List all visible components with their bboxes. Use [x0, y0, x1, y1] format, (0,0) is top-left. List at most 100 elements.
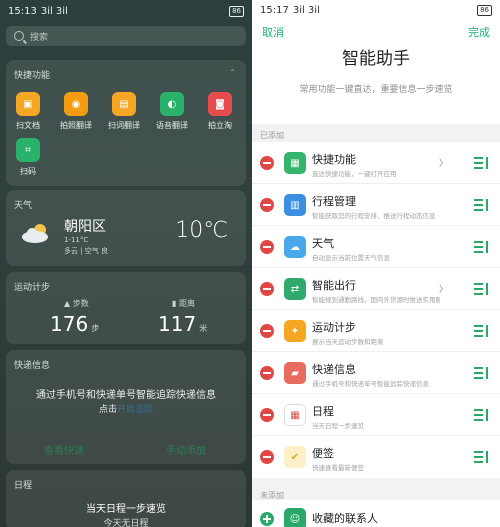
- quick-function-icon: ▦: [284, 152, 306, 174]
- remove-button[interactable]: [260, 282, 274, 296]
- drag-handle-icon[interactable]: [474, 367, 488, 379]
- weather-cloud-icon: ☁: [284, 236, 306, 258]
- card-title: 快递信息: [14, 361, 51, 371]
- item-name: 收藏的联系人: [312, 512, 378, 525]
- drag-handle-icon[interactable]: [474, 409, 488, 421]
- schedule-message: 当天日程一步速览: [86, 504, 166, 515]
- search-placeholder: 搜索: [30, 32, 49, 43]
- quick-item-camera-shop[interactable]: ◙ 拍立淘: [198, 92, 242, 131]
- quick-item-label: 扫码: [20, 167, 36, 176]
- item-desc: 快速查看最新便签: [312, 464, 364, 472]
- list-item: ▦ 日程 当天日程一步速览: [252, 394, 500, 436]
- drag-handle-icon[interactable]: [474, 199, 488, 211]
- status-time: 15:13: [8, 5, 37, 17]
- remove-button[interactable]: [260, 408, 274, 422]
- item-name: 天气: [312, 237, 334, 250]
- weather-desc: 多云 | 空气 良: [64, 247, 109, 255]
- card-title: 快捷功能: [14, 71, 51, 81]
- camera-shop-icon: ◙: [208, 92, 232, 116]
- added-list: ▦ 快捷功能 直达快捷功能，一键打开应用 〉 ▥ 行程管理 智能获取您的行程安排…: [252, 142, 500, 478]
- item-name: 日程: [312, 405, 334, 418]
- status-bar: 15:17 3il 3il 86: [252, 0, 500, 20]
- cloud-icon: [22, 224, 48, 243]
- search-input[interactable]: 搜索: [6, 26, 246, 46]
- list-item: ✔ 便签 快速查看最新便签: [252, 436, 500, 478]
- schedule-card[interactable]: 日程 当天日程一步速览 今天无日程: [6, 470, 246, 527]
- remove-button[interactable]: [260, 156, 274, 170]
- weather-city: 朝阳区: [64, 219, 106, 235]
- list-item: ▦ 快捷功能 直达快捷功能，一键打开应用 〉: [252, 142, 500, 184]
- steps-label: ▲ 步数: [64, 299, 89, 308]
- running-icon: ✦: [284, 320, 306, 342]
- quick-item-voice-translate[interactable]: ◐ 语音翻译: [150, 92, 194, 131]
- item-name: 运动计步: [312, 321, 356, 334]
- item-desc: 自动显示当前位置天气信息: [312, 254, 390, 262]
- assistant-header: 15:17 3il 3il 86 取消 完成 智能助手 常用功能一键直达，重要信…: [252, 0, 500, 124]
- done-button[interactable]: 完成: [468, 24, 490, 40]
- quick-item-photo-translate[interactable]: ◉ 拍照翻译: [54, 92, 98, 131]
- quick-functions-card: 快捷功能 ⌃ ▣ 扫文档 ◉ 拍照翻译 ▤ 扫词翻译 ◐ 语音翻译 ◙ 拍立淘 …: [6, 60, 246, 186]
- chevron-right-icon[interactable]: 〉: [439, 156, 448, 169]
- item-desc: 展示当天运动步数和距离: [312, 338, 384, 346]
- drag-handle-icon[interactable]: [474, 157, 488, 169]
- remove-button[interactable]: [260, 324, 274, 338]
- enable-tracking-link[interactable]: 开启追踪: [117, 405, 153, 415]
- item-name: 快捷功能: [312, 153, 356, 166]
- page-title: 智能助手: [342, 49, 410, 69]
- list-item: ☁ 天气 自动显示当前位置天气信息: [252, 226, 500, 268]
- quick-item-word-translate[interactable]: ▤ 扫词翻译: [102, 92, 146, 131]
- collapse-icon[interactable]: ⌃: [229, 68, 236, 77]
- remove-button[interactable]: [260, 198, 274, 212]
- notes-icon: ✔: [284, 446, 306, 468]
- weather-card[interactable]: 天气 朝阳区 1-11°C 多云 | 空气 良 10℃: [6, 190, 246, 266]
- express-message: 通过手机号和快递单号智能追踪快递信息: [36, 390, 216, 401]
- weather-range: 1-11°C: [64, 236, 89, 244]
- status-bar: 15:13 3il 3il 86: [0, 0, 252, 22]
- contacts-icon: ☺: [284, 508, 306, 527]
- chevron-right-icon[interactable]: 〉: [439, 282, 448, 295]
- drag-handle-icon[interactable]: [474, 451, 488, 463]
- distance-label: ▮ 距离: [172, 299, 195, 308]
- voice-translate-icon: ◐: [160, 92, 184, 116]
- item-desc: 直达快捷功能，一键打开应用: [312, 170, 397, 178]
- drag-handle-icon[interactable]: [474, 283, 488, 295]
- section-added-label: 已添加: [260, 131, 284, 140]
- smart-travel-icon: ⇄: [284, 278, 306, 300]
- qr-scan-icon: ⌗: [16, 138, 40, 162]
- page-subtitle: 常用功能一键直达，重要信息一步速览: [299, 85, 453, 95]
- item-desc: 智能获取您的行程安排，推送行程动态信息: [312, 212, 436, 220]
- item-name: 快递信息: [312, 363, 356, 376]
- manual-add-button[interactable]: 手动添加: [166, 442, 206, 457]
- item-desc: 通过手机号和快递单号智能追踪快递信息: [312, 380, 429, 388]
- express-card: 快递信息 通过手机号和快递单号智能追踪快递信息 点击开启追踪 查看快递 手动添加: [6, 350, 246, 464]
- quick-item-qr-scan[interactable]: ⌗ 扫码: [6, 138, 50, 177]
- steps-card[interactable]: 运动计步 ▲ 步数 176 步 ▮ 距离 117 米: [6, 272, 246, 344]
- quick-item-scan-document[interactable]: ▣ 扫文档: [6, 92, 50, 131]
- remove-button[interactable]: [260, 450, 274, 464]
- battery-icon: 86: [229, 5, 244, 17]
- list-item: ⇄ 智能出行 智能规划通勤路线，国内外货源时推送实用服务 〉: [252, 268, 500, 310]
- right-screen: 15:17 3il 3il 86 取消 完成 智能助手 常用功能一键直达，重要信…: [252, 0, 500, 527]
- delivery-truck-icon: ▰: [284, 362, 306, 384]
- steps-value: 176 步: [50, 312, 100, 336]
- left-screen: 15:13 3il 3il 86 搜索 快捷功能 ⌃ ▣ 扫文档 ◉ 拍照翻译 …: [0, 0, 252, 527]
- battery-icon: 86: [477, 4, 492, 16]
- scan-document-icon: ▣: [16, 92, 40, 116]
- quick-item-label: 扫文档: [16, 121, 40, 130]
- add-button[interactable]: [260, 512, 274, 526]
- word-translate-icon: ▤: [112, 92, 136, 116]
- itinerary-icon: ▥: [284, 194, 306, 216]
- cancel-button[interactable]: 取消: [262, 24, 284, 40]
- drag-handle-icon[interactable]: [474, 325, 488, 337]
- view-express-button[interactable]: 查看快递: [44, 442, 84, 457]
- quick-item-label: 拍立淘: [208, 121, 232, 130]
- calendar-icon: ▦: [284, 404, 306, 426]
- drag-handle-icon[interactable]: [474, 241, 488, 253]
- distance-icon: ▮: [172, 299, 177, 308]
- remove-button[interactable]: [260, 240, 274, 254]
- weather-temperature: 10℃: [175, 218, 228, 243]
- quick-item-label: 拍照翻译: [60, 121, 92, 130]
- list-item: ☺ 收藏的联系人: [252, 500, 500, 527]
- remove-button[interactable]: [260, 366, 274, 380]
- card-title: 运动计步: [14, 283, 51, 293]
